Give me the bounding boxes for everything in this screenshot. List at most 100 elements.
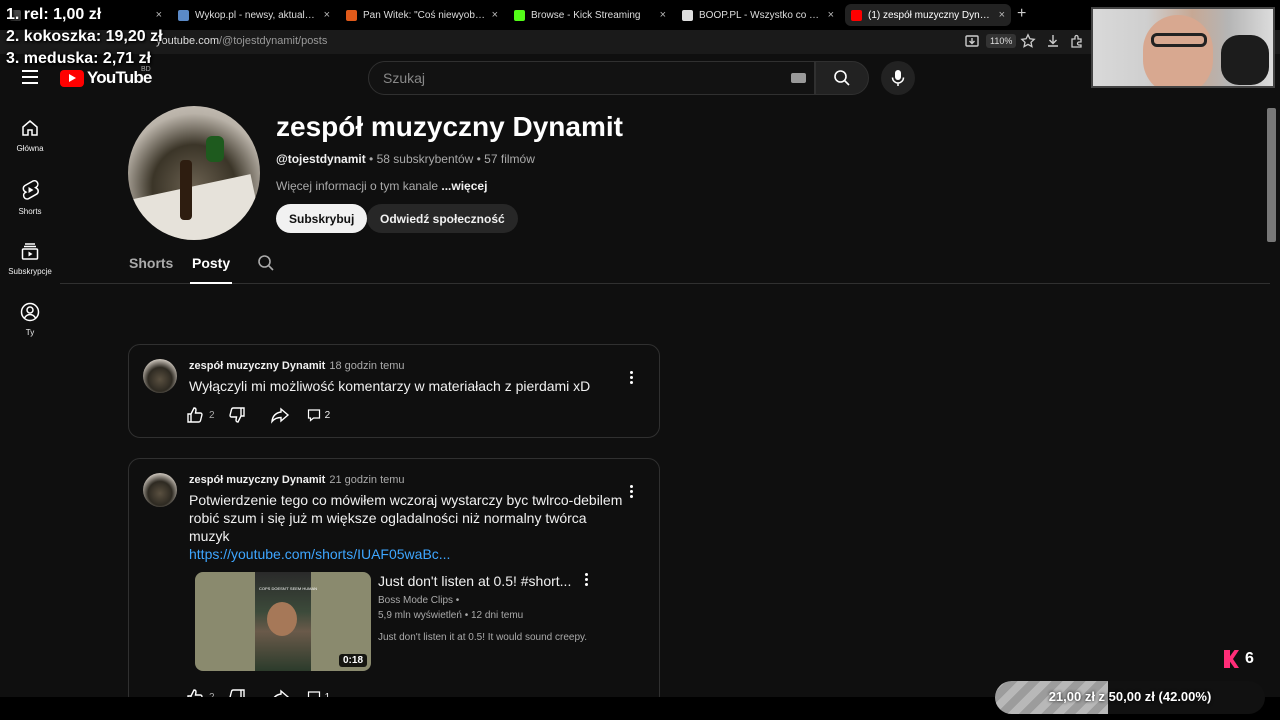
post-avatar[interactable] (143, 473, 177, 507)
video-menu-icon[interactable] (585, 573, 588, 586)
voice-search-button[interactable] (881, 61, 915, 95)
post-link[interactable]: https://youtube.com/shorts/IUAF05waBc... (189, 546, 450, 562)
browser-tab-bar: × Wykop.pl - newsy, aktualności, ... × P… (0, 0, 1280, 30)
favicon-icon (178, 9, 189, 21)
youtube-favicon-icon (851, 9, 862, 21)
donor-entry: 3. meduska: 2,71 zł (6, 50, 151, 67)
youtube-logo[interactable]: YouTube BD (60, 66, 152, 88)
description-text: Więcej informacji o tym kanale (276, 179, 442, 193)
url-domain: youtube.com (156, 35, 219, 47)
download-icon[interactable] (1045, 33, 1061, 49)
search-box (368, 61, 815, 95)
bookmark-star-icon[interactable] (1020, 33, 1036, 49)
comment-count: 2 (324, 409, 331, 421)
sidebar-item-subscriptions[interactable]: Subskrypcje (0, 241, 60, 276)
favicon-icon (346, 9, 357, 21)
sidebar-item-you[interactable]: Ty (0, 302, 60, 337)
headphones (1221, 35, 1269, 85)
browser-tab[interactable]: BOOP.PL - Wszystko co chcesz... × (676, 4, 840, 26)
kick-viewer-badge: 6 (1224, 650, 1254, 668)
tab-title: BOOP.PL - Wszystko co chcesz... (699, 9, 822, 21)
hamburger-menu-icon[interactable] (22, 70, 38, 84)
video-title[interactable]: Just don't listen at 0.5! #short... (378, 573, 571, 589)
community-post: zespół muzyczny Dynamit 21 godzin temu Po… (128, 458, 660, 708)
tab-title: (1) zespół muzyczny Dynamit - ... (868, 9, 993, 21)
tab-title: Pan Witek: "Coś niewyobrażalne... (363, 9, 486, 21)
subscriptions-icon (21, 243, 39, 260)
channel-avatar (128, 106, 260, 240)
you-icon (20, 302, 40, 322)
share-icon[interactable] (270, 405, 290, 425)
scrollbar-thumb[interactable] (1267, 108, 1276, 242)
streamer-face (1143, 15, 1213, 86)
donation-leaderboard: 1. rel: 1,00 zł 2. kokoszka: 19,20 zł 3.… (6, 4, 163, 70)
url-path: /@tojestdynamit/posts (218, 35, 328, 47)
tab-close-icon[interactable]: × (324, 9, 330, 21)
tab-close-icon[interactable]: × (492, 9, 498, 21)
video-views: 5,9 mln wyświetleń • 12 dni temu (378, 610, 524, 621)
favicon-icon (514, 9, 525, 21)
browser-tab[interactable]: Wykop.pl - newsy, aktualności, ... × (172, 4, 336, 26)
browser-tab[interactable]: Browse - Kick Streaming × (508, 4, 672, 26)
comments-button[interactable]: 2 (307, 408, 331, 422)
donor-entry: 1. rel: 1,00 zł (6, 6, 102, 23)
tab-close-icon[interactable]: × (999, 9, 1005, 21)
shorts-icon (22, 179, 39, 200)
favicon-icon (682, 9, 693, 21)
visit-community-button[interactable]: Odwiedź społeczność (367, 204, 518, 233)
avatar-detail (206, 136, 224, 162)
browser-tab[interactable]: Pan Witek: "Coś niewyobrażalne... × (340, 4, 504, 26)
search-icon (834, 70, 850, 86)
extensions-icon[interactable] (1069, 33, 1085, 49)
post-avatar[interactable] (143, 359, 177, 393)
viewer-count: 6 (1245, 650, 1254, 667)
tab-close-icon[interactable]: × (828, 9, 834, 21)
channel-meta: @tojestdynamit • 58 subskrybentów • 57 f… (276, 152, 535, 166)
channel-description[interactable]: Więcej informacji o tym kanale ...więcej (276, 179, 487, 193)
sidebar-item-label: Shorts (18, 207, 42, 216)
author-name[interactable]: zespół muzyczny Dynamit (189, 360, 325, 372)
search-input[interactable] (369, 62, 749, 94)
address-bar: youtube.com/@tojestdynamit/posts 110% (0, 30, 1280, 54)
thumbnail-person (267, 602, 297, 636)
install-app-icon[interactable] (964, 33, 980, 49)
thumbs-down-icon[interactable] (227, 405, 247, 425)
search-button[interactable] (815, 61, 869, 95)
youtube-play-icon (60, 69, 84, 87)
post-author: zespół muzyczny Dynamit 18 godzin temu (189, 360, 405, 372)
post-author: zespół muzyczny Dynamit 21 godzin temu (189, 474, 405, 486)
avatar-detail (133, 174, 260, 240)
post-time[interactable]: 21 godzin temu (329, 474, 404, 486)
sidebar-item-home[interactable]: Główna (0, 118, 60, 153)
author-name[interactable]: zespół muzyczny Dynamit (189, 474, 325, 486)
sidebar-item-shorts[interactable]: Shorts (0, 179, 60, 216)
channel-search-icon[interactable] (257, 254, 275, 272)
community-post: zespół muzyczny Dynamit 18 godzin temu Wy… (128, 344, 660, 438)
tab-posts[interactable]: Posty (189, 255, 233, 284)
keyboard-icon[interactable] (791, 73, 806, 83)
zoom-level[interactable]: 110% (986, 34, 1017, 48)
browser-tab-active[interactable]: (1) zespół muzyczny Dynamit - ... × (845, 4, 1011, 26)
tab-shorts[interactable]: Shorts (129, 255, 173, 271)
post-time[interactable]: 18 godzin temu (329, 360, 404, 372)
avatar-detail (180, 160, 192, 220)
tab-close-icon[interactable]: × (660, 9, 666, 21)
video-channel[interactable]: Boss Mode Clips • (378, 595, 459, 606)
embedded-video[interactable]: COPS DOESN'T SEEM HUMAN 0:18 Just don't … (195, 572, 605, 672)
webcam-overlay (1091, 7, 1275, 88)
post-text: Wyłączyli mi możliwość komentarzy w mate… (189, 378, 591, 394)
url-field[interactable]: youtube.com/@tojestdynamit/posts (156, 35, 327, 47)
home-icon (22, 120, 38, 136)
channel-tabs: Shorts Posty (60, 246, 1270, 284)
subscribe-button[interactable]: Subskrybuj (276, 204, 368, 233)
more-link[interactable]: ...więcej (441, 179, 487, 193)
microphone-icon (891, 70, 905, 86)
post-actions: 2 2 (185, 405, 330, 425)
like-count: 2 (209, 409, 215, 421)
new-tab-button[interactable]: + (1017, 5, 1026, 23)
like-button[interactable]: 2 (185, 405, 215, 425)
video-duration: 0:18 (338, 654, 367, 667)
video-thumbnail[interactable]: COPS DOESN'T SEEM HUMAN 0:18 (195, 572, 371, 671)
comment-icon (307, 409, 320, 422)
youtube-header: YouTube BD (0, 54, 1280, 102)
